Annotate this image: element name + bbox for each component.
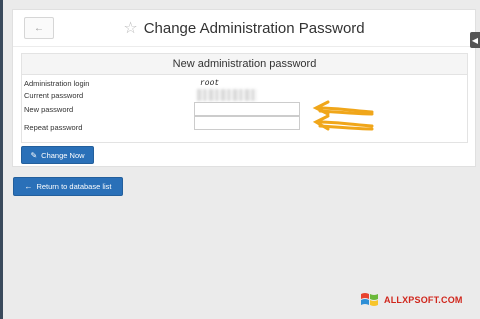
repeat-password-label: Repeat password (24, 123, 83, 132)
new-password-label: New password (24, 105, 74, 114)
annotation-arrows (312, 100, 374, 131)
new-password-input[interactable] (194, 102, 300, 116)
return-to-database-list-button[interactable]: ← Return to database list (13, 177, 123, 196)
side-panel-toggle[interactable]: ◀ (470, 32, 480, 48)
watermark: ALLXPSOFT.COM (359, 291, 463, 309)
page-header: ☆ Change Administration Password (13, 17, 475, 39)
change-now-label: Change Now (41, 150, 85, 160)
current-password-masked-value (197, 89, 257, 101)
chevron-left-icon: ◀ (471, 35, 479, 45)
arrow-icon-top (312, 100, 374, 116)
password-form: New administration password Administrati… (21, 53, 468, 143)
back-arrow-icon: ← (24, 182, 33, 191)
return-label: Return to database list (36, 182, 112, 191)
edit-icon: ✎ (30, 150, 38, 160)
login-value: root (200, 79, 220, 88)
header-divider (13, 46, 475, 47)
star-icon[interactable]: ☆ (123, 18, 137, 38)
repeat-password-input[interactable] (194, 116, 300, 130)
windows-logo-icon (361, 293, 378, 306)
watermark-text: ALLXPSOFT.COM (384, 295, 463, 305)
login-label: Administration login (24, 79, 90, 88)
page-title: Change Administration Password (143, 19, 365, 37)
current-password-label: Current password (24, 91, 84, 100)
left-window-edge (0, 0, 3, 319)
form-heading: New administration password (22, 54, 467, 75)
change-now-button[interactable]: ✎ Change Now (21, 146, 94, 164)
change-password-panel: ← ☆ Change Administration Password New a… (12, 9, 476, 167)
arrow-icon-bottom (312, 114, 374, 131)
